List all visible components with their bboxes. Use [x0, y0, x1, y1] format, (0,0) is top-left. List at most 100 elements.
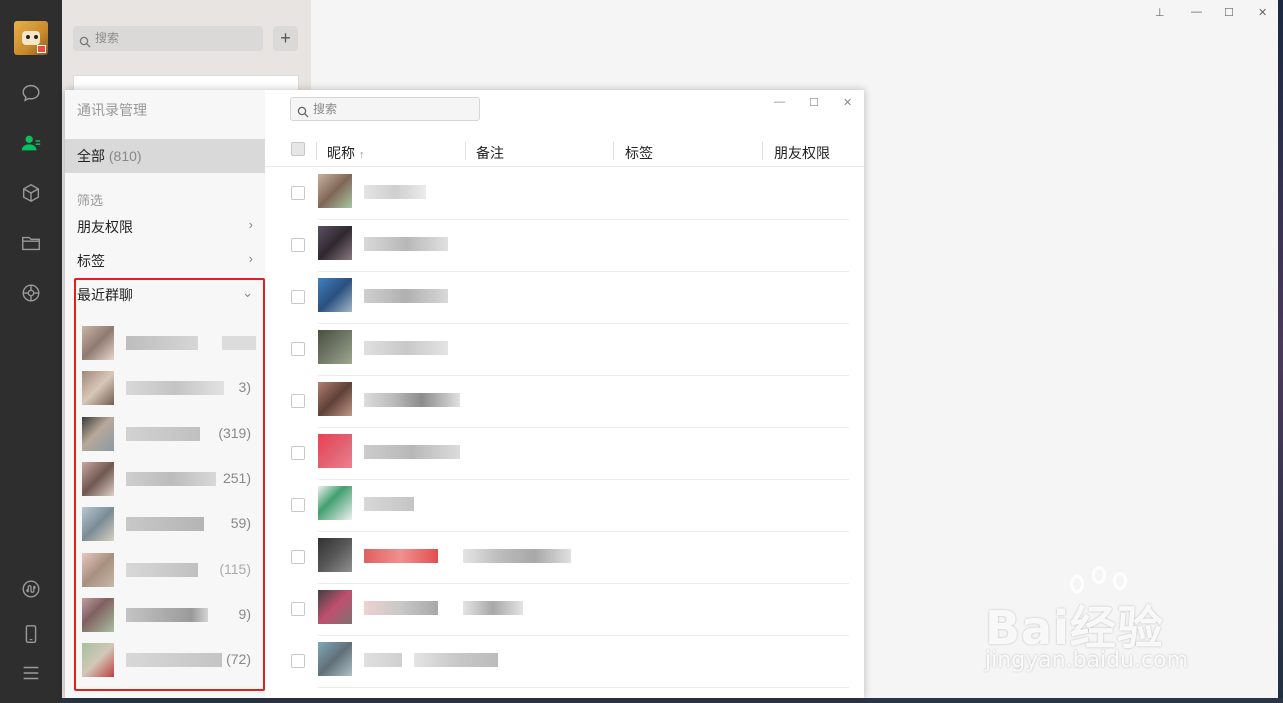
chat-search-input[interactable]: 搜索 [73, 26, 263, 51]
table-row[interactable] [291, 428, 849, 480]
contact-name-blurred [364, 289, 448, 303]
filter-tags[interactable]: 标签 › [77, 251, 255, 271]
desktop-edge [62, 698, 1283, 703]
group-name-blurred [126, 427, 200, 441]
contact-avatar [318, 434, 352, 468]
table-row[interactable] [291, 584, 849, 636]
contact-name-blurred [364, 445, 460, 459]
filter-all[interactable]: 全部 (810) [65, 139, 265, 173]
chat-search-placeholder: 搜索 [95, 31, 120, 45]
contacts-icon[interactable] [19, 131, 43, 155]
group-item[interactable]: 3) [82, 371, 257, 405]
manager-maximize-button[interactable]: ☐ [809, 96, 819, 109]
row-checkbox[interactable] [291, 342, 305, 356]
filter-recent-groups[interactable]: 最近群聊 ⌄ [77, 285, 255, 305]
pin-button[interactable]: ⊥ [1155, 6, 1165, 19]
column-divider [316, 142, 317, 160]
contact-avatar [318, 226, 352, 260]
column-divider [762, 142, 763, 160]
close-button[interactable]: ✕ [1258, 6, 1267, 19]
group-item[interactable]: (115) [82, 553, 257, 587]
column-nickname-label: 昵称 [327, 145, 355, 161]
row-checkbox[interactable] [291, 550, 305, 564]
group-item[interactable]: (72) [82, 643, 257, 677]
group-item[interactable]: 9) [82, 598, 257, 632]
contact-avatar [318, 382, 352, 416]
contact-name-blurred [364, 237, 448, 251]
table-row[interactable] [291, 168, 849, 220]
table-row[interactable] [291, 272, 849, 324]
filter-friend-permission[interactable]: 朋友权限 › [77, 217, 255, 237]
contact-remark-blurred [463, 549, 571, 563]
row-checkbox[interactable] [291, 654, 305, 668]
contact-name-blurred [364, 185, 426, 199]
contact-name-blurred [364, 341, 448, 355]
group-item[interactable]: 251) [82, 462, 257, 496]
row-checkbox[interactable] [291, 446, 305, 460]
group-name-blurred [126, 653, 222, 667]
favorites-icon[interactable] [19, 181, 43, 205]
table-row[interactable] [291, 376, 849, 428]
my-avatar[interactable] [14, 21, 48, 55]
table-row[interactable] [291, 636, 849, 688]
contacts-manager-window: 通讯录管理 全部 (810) 筛选 朋友权限 › 标签 › 最近群聊 ⌄ 3) … [65, 90, 864, 698]
row-checkbox[interactable] [291, 186, 305, 200]
row-checkbox[interactable] [291, 290, 305, 304]
row-checkbox[interactable] [291, 602, 305, 616]
table-row[interactable] [291, 220, 849, 272]
row-checkbox[interactable] [291, 394, 305, 408]
group-count: (115) [219, 561, 251, 577]
manager-minimize-button[interactable]: — [774, 96, 785, 108]
chat-icon[interactable] [19, 81, 43, 105]
group-avatar [82, 598, 114, 632]
moments-icon[interactable] [19, 281, 43, 305]
row-checkbox[interactable] [291, 238, 305, 252]
table-row[interactable] [291, 324, 849, 376]
maximize-button[interactable]: ☐ [1224, 6, 1234, 19]
phone-icon[interactable] [19, 622, 43, 646]
column-tags[interactable]: 标签 [625, 143, 653, 163]
group-item[interactable] [82, 326, 257, 360]
paw-icon [1092, 566, 1106, 584]
add-button[interactable]: + [273, 26, 298, 51]
group-count: 251) [222, 470, 251, 486]
group-name-blurred [126, 608, 208, 622]
group-avatar [82, 553, 114, 587]
group-avatar [82, 643, 114, 677]
group-item[interactable]: 59) [82, 507, 257, 541]
table-row[interactable] [291, 480, 849, 532]
table-header: 昵称 ↑ 备注 标签 朋友权限 [265, 135, 864, 167]
miniprogram-icon[interactable] [19, 577, 43, 601]
manager-search-input[interactable]: 搜索 [290, 97, 480, 121]
filter-all-label: 全部 [77, 148, 105, 164]
row-checkbox[interactable] [291, 498, 305, 512]
column-remark[interactable]: 备注 [476, 143, 504, 163]
group-avatar [82, 371, 114, 405]
group-name-blurred [126, 336, 198, 350]
column-nickname[interactable]: 昵称 ↑ [327, 143, 364, 163]
group-item[interactable]: (319) [82, 417, 257, 451]
manager-close-button[interactable]: ✕ [843, 96, 852, 109]
filter-all-count: (810) [108, 148, 142, 164]
contact-name-blurred [364, 653, 402, 667]
avatar-eye [26, 35, 30, 39]
contact-avatar [318, 642, 352, 676]
group-count: 3) [238, 379, 251, 395]
recent-groups-label: 最近群聊 [77, 287, 133, 303]
contact-remark-blurred [463, 601, 523, 615]
sort-arrow-icon: ↑ [358, 149, 365, 161]
column-divider [465, 142, 466, 160]
files-icon[interactable] [19, 231, 43, 255]
group-count: (319) [218, 425, 251, 441]
group-name-blurred [126, 517, 204, 531]
table-row[interactable] [291, 532, 849, 584]
select-all-checkbox[interactable] [291, 142, 305, 156]
manager-search-placeholder: 搜索 [313, 102, 338, 116]
search-icon [79, 32, 91, 57]
column-permission[interactable]: 朋友权限 [774, 143, 830, 163]
filter-friend-permission-label: 朋友权限 [77, 219, 133, 235]
paw-icon [1113, 572, 1127, 590]
contact-avatar [318, 330, 352, 364]
menu-icon[interactable] [19, 661, 43, 685]
minimize-button[interactable]: — [1191, 6, 1202, 18]
